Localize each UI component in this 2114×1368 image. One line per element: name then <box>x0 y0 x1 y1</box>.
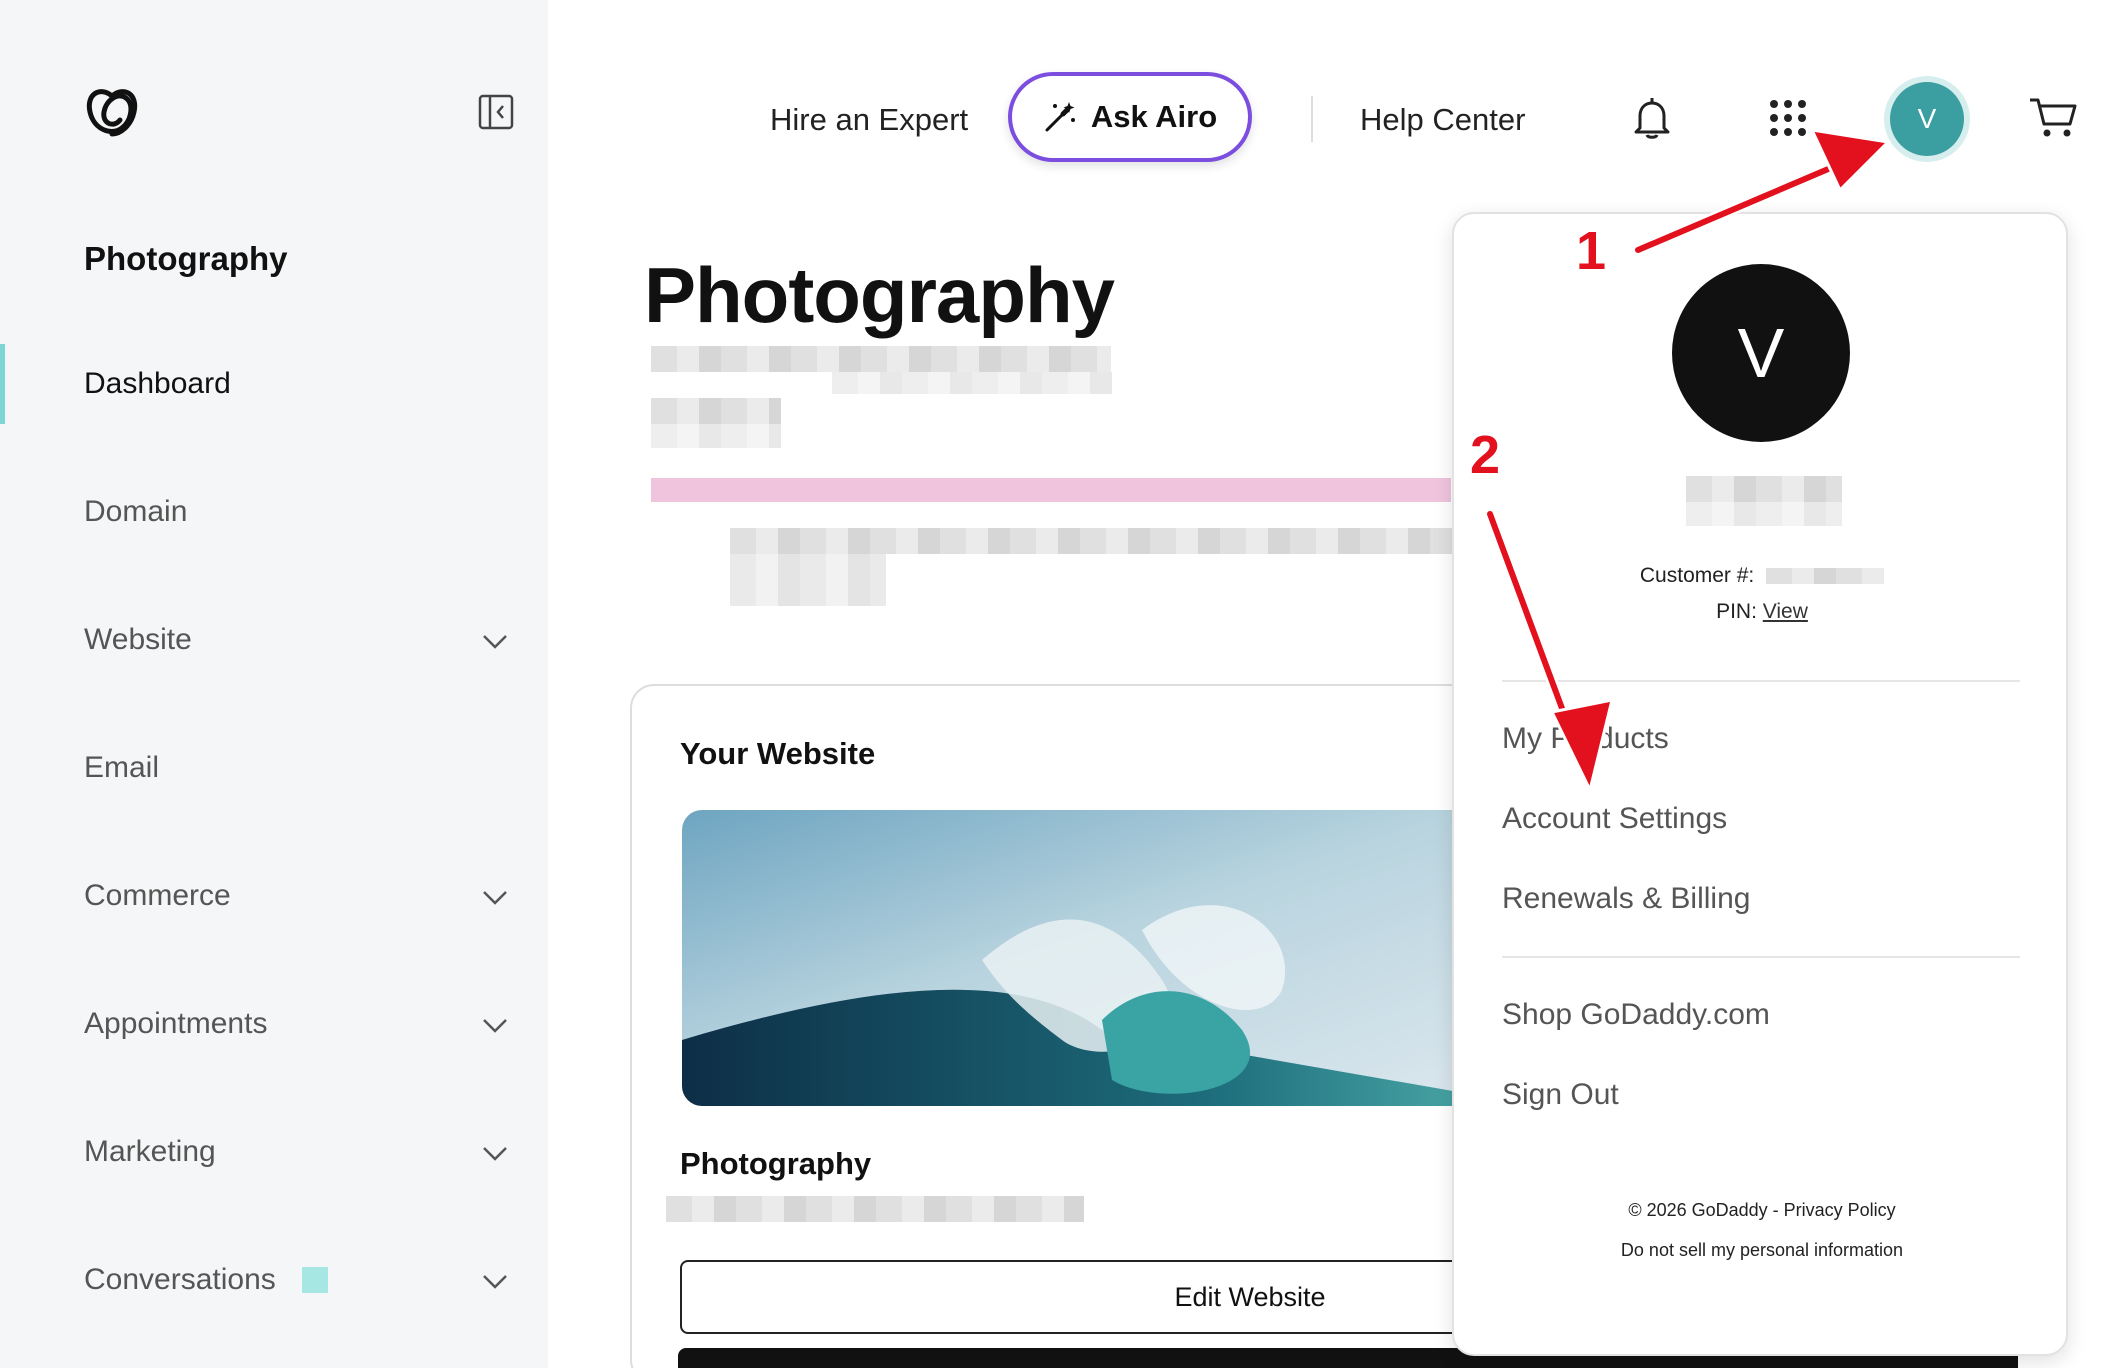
sidebar-item-dashboard[interactable]: Dashboard <box>0 344 548 424</box>
hire-expert-link[interactable]: Hire an Expert <box>770 102 968 138</box>
redacted-text <box>832 372 1112 394</box>
cart-icon[interactable] <box>2028 96 2078 140</box>
menu-item-renewals-billing[interactable]: Renewals & Billing <box>1502 882 1750 916</box>
active-indicator <box>0 344 5 424</box>
account-avatar-button[interactable]: V <box>1890 82 1964 156</box>
redacted-customer-number <box>1766 568 1885 585</box>
ask-airo-label: Ask Airo <box>1090 99 1218 134</box>
redacted-name <box>1686 502 1842 526</box>
website-card: Your Website Photography Edit Website <box>630 684 1562 1368</box>
card-site-name: Photography <box>680 1146 872 1181</box>
notification-badge <box>301 1267 328 1293</box>
redacted-text <box>730 554 886 606</box>
pin-view-link[interactable]: View <box>1763 600 1808 623</box>
menu-item-sign-out[interactable]: Sign Out <box>1502 1078 1619 1112</box>
account-dropdown: V Customer #: PIN: View My Products Acco… <box>1452 212 2068 1356</box>
sidebar-item-label: Appointments <box>84 1007 268 1040</box>
sidebar-site-name: Photography <box>84 240 288 277</box>
menu-divider <box>1502 956 2020 958</box>
ask-airo-button[interactable]: Ask Airo <box>1008 72 1252 162</box>
wave-image <box>682 810 1562 1106</box>
sidebar-item-website[interactable]: Website <box>0 600 548 680</box>
footer-copyright[interactable]: © 2026 GoDaddy - Privacy Policy <box>1454 1200 2070 1221</box>
sidebar-item-email[interactable]: Email <box>0 728 548 808</box>
pin-line: PIN: View <box>1454 600 2070 624</box>
chevron-down-icon <box>483 1275 507 1289</box>
redacted-text <box>651 346 1111 372</box>
sidebar-item-label: Domain <box>84 495 188 528</box>
redacted-text <box>730 528 1452 554</box>
redacted-banner <box>651 478 1451 502</box>
sidebar-item-appointments[interactable]: Appointments <box>0 984 548 1064</box>
redacted-url <box>666 1196 1084 1222</box>
sidebar-item-label: Website <box>84 623 192 656</box>
annotation-step-1: 1 <box>1576 221 1607 281</box>
account-avatar-large: V <box>1672 264 1850 442</box>
chevron-down-icon <box>483 1147 507 1161</box>
header-divider <box>1311 96 1313 142</box>
sidebar-item-marketing[interactable]: Marketing <box>0 1112 548 1192</box>
sidebar-item-label: Dashboard <box>84 367 231 400</box>
chevron-down-icon <box>483 1019 507 1033</box>
sidebar-item-label: Marketing <box>84 1135 216 1168</box>
help-center-link[interactable]: Help Center <box>1360 102 1525 138</box>
sidebar-item-commerce[interactable]: Commerce <box>0 856 548 936</box>
customer-number: Customer #: <box>1454 564 2070 588</box>
menu-item-account-settings[interactable]: Account Settings <box>1502 802 1727 836</box>
sidebar-item-domain[interactable]: Domain <box>0 472 548 552</box>
sidebar-item-label: Commerce <box>84 879 231 912</box>
godaddy-logo-icon[interactable] <box>82 84 142 144</box>
menu-divider <box>1502 680 2020 682</box>
redacted-name <box>1686 476 1842 502</box>
pin-label: PIN: <box>1716 600 1757 623</box>
card-title: Your Website <box>680 736 876 771</box>
menu-item-shop-godaddy[interactable]: Shop GoDaddy.com <box>1502 998 1770 1032</box>
annotation-step-2: 2 <box>1470 425 1501 485</box>
footer-privacy-link[interactable]: Do not sell my personal information <box>1454 1240 2070 1261</box>
edit-website-button[interactable]: Edit Website <box>680 1260 1540 1334</box>
sidebar-item-label: Email <box>84 751 160 784</box>
bell-icon[interactable] <box>1632 96 1672 140</box>
website-thumbnail[interactable] <box>682 810 1562 1106</box>
redacted-text <box>651 398 781 424</box>
magic-wand-icon <box>1045 102 1075 132</box>
sidebar-collapse-icon[interactable] <box>478 94 514 130</box>
sidebar-item-conversations[interactable]: Conversations <box>0 1240 548 1320</box>
menu-item-my-products[interactable]: My Products <box>1502 722 1669 756</box>
chevron-down-icon <box>483 635 507 649</box>
chevron-down-icon <box>483 891 507 905</box>
sidebar-item-label: Conversations <box>84 1263 276 1296</box>
sidebar: Photography Dashboard Domain Website Ema… <box>0 0 548 1368</box>
customer-label: Customer #: <box>1639 564 1755 587</box>
apps-grid-icon[interactable] <box>1768 98 1808 138</box>
redacted-text <box>651 424 781 448</box>
page-title: Photography <box>644 251 1115 339</box>
